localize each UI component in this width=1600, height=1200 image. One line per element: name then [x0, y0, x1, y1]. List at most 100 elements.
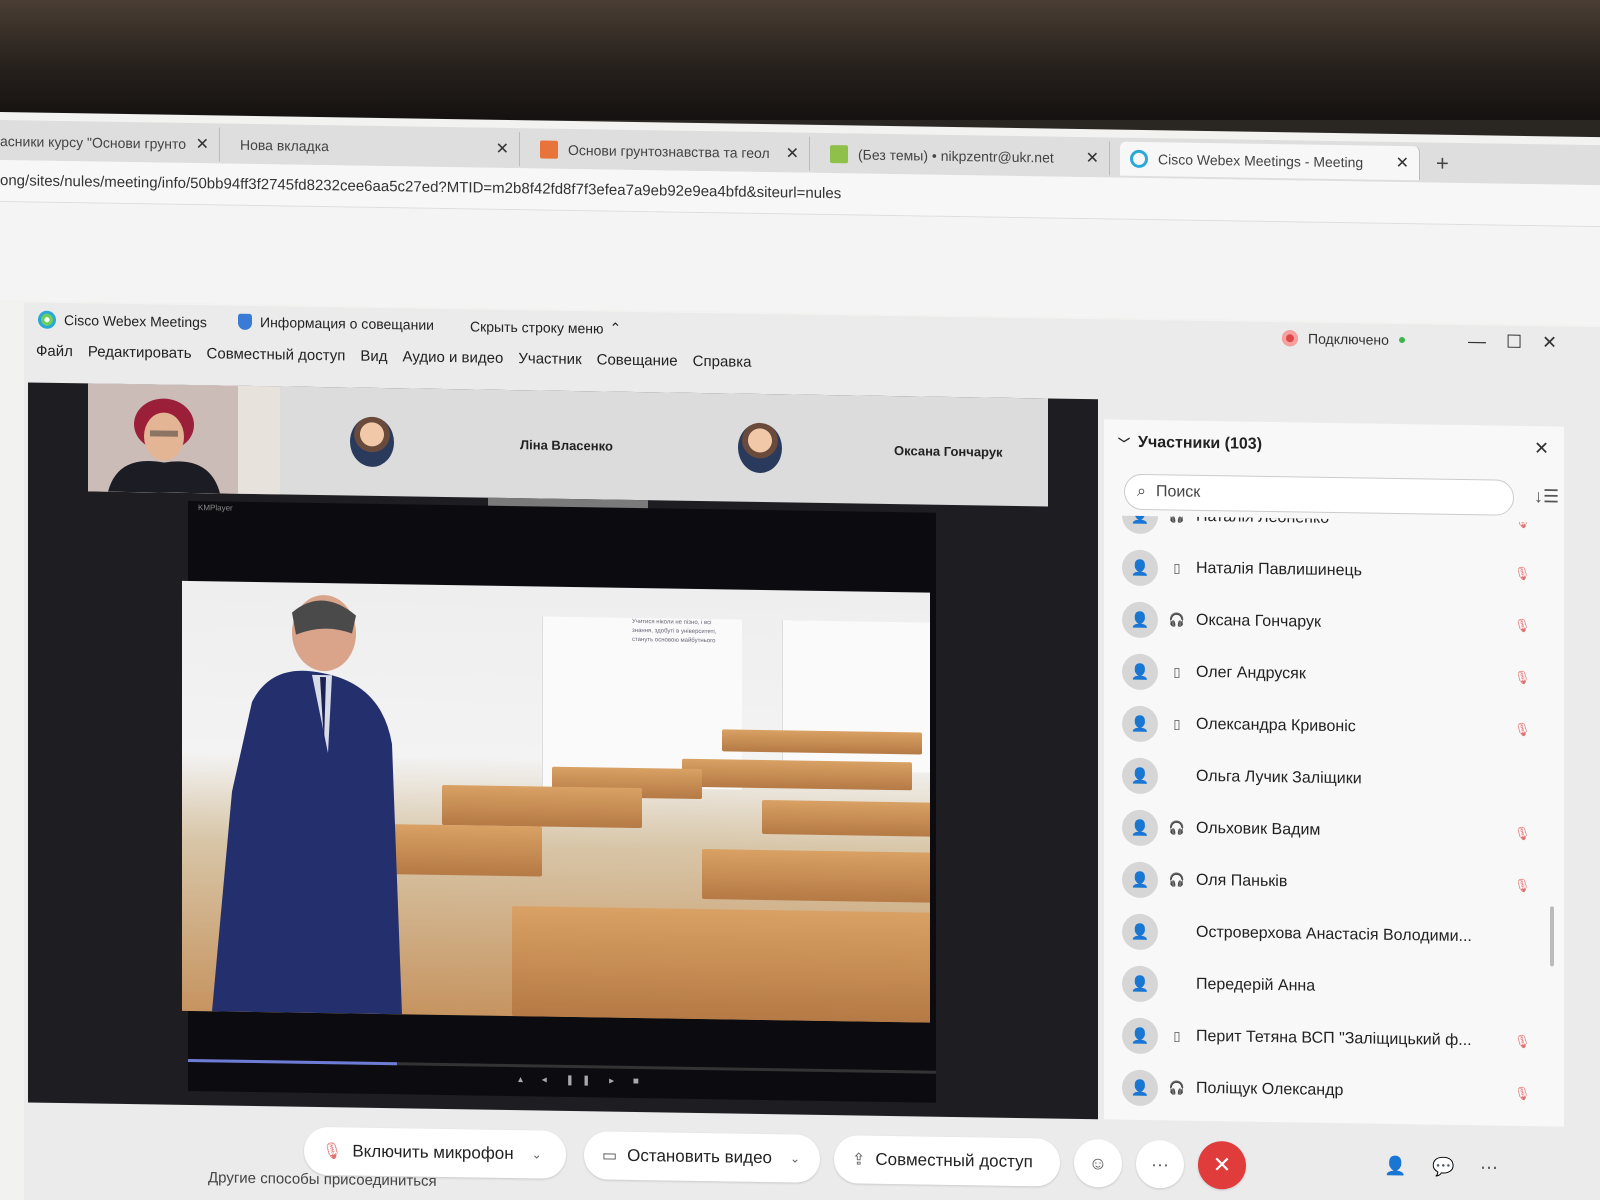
browser-tab-3[interactable]: Основи грунтознавства та геол ✕	[530, 132, 810, 171]
sort-icon[interactable]: ↓☰	[1534, 486, 1559, 507]
search-input[interactable]: ⌕ Поиск	[1124, 473, 1514, 516]
participants-header[interactable]: ﹀ Участники (103)	[1118, 434, 1262, 454]
tab-title: Cisco Webex Meetings - Meeting	[1158, 151, 1364, 171]
maximize-icon[interactable]: ☐	[1506, 332, 1522, 353]
meeting-info-button[interactable]: Информация о совещании	[238, 313, 434, 333]
participants-icon[interactable]: 👤	[1384, 1156, 1406, 1177]
screen: асники курсу "Основи грунто ✕ Нова вклад…	[0, 112, 1600, 1200]
close-icon[interactable]: ✕	[1396, 153, 1409, 173]
tab-title: Основи грунтознавства та геол	[568, 141, 770, 162]
app-title: Cisco Webex Meetings	[38, 310, 207, 332]
participant-row[interactable]: 👤 Ольга Лучик Заліщики	[1104, 749, 1544, 808]
menu-participant[interactable]: Участник	[518, 350, 581, 368]
mic-off-icon: 🎙	[322, 1143, 343, 1161]
url-text[interactable]: ong/sites/nules/meeting/info/50bb94ff3f2…	[0, 172, 841, 202]
avatar: 👤	[1122, 515, 1158, 535]
browser-tab-1[interactable]: асники курсу "Основи грунто ✕	[0, 123, 220, 162]
participant-thumbnail[interactable]: Оксана Гончарук	[894, 396, 1003, 506]
participant-row[interactable]: 👤 Островерхова Анастасія Володими...	[1104, 905, 1544, 964]
menu-audio-video[interactable]: Аудио и видео	[403, 348, 504, 367]
participant-row[interactable]: 👤 ▯ Перит Тетяна ВСП "Заліщицький ф... 🎙	[1104, 1009, 1544, 1068]
close-icon[interactable]: ✕	[1086, 148, 1099, 168]
participant-thumbnail[interactable]: Ліна Власенко	[520, 390, 613, 499]
user-icon: 👤	[1130, 975, 1150, 994]
close-icon[interactable]: ✕	[496, 139, 509, 159]
participant-row[interactable]: 👤 🎧 Поліщук Олександр 🎙	[1104, 1061, 1544, 1120]
search-placeholder: Поиск	[1155, 483, 1201, 501]
mic-muted-icon[interactable]: 🎙	[1514, 515, 1531, 530]
scrollbar[interactable]	[1550, 906, 1554, 967]
stop-video-button[interactable]: ▭ Остановить видео ⌄	[584, 1131, 820, 1183]
shared-media-player[interactable]: KMPlayer Учитися ніколи не пізно, і всі …	[182, 500, 936, 1103]
participant-name: Поліщук Олександр	[1196, 1079, 1344, 1100]
leave-meeting-button[interactable]: ✕	[1198, 1140, 1246, 1190]
mic-muted-icon[interactable]: 🎙	[1514, 1086, 1531, 1102]
hide-menu-button[interactable]: Скрыть строку меню ⌃	[470, 317, 621, 336]
close-icon[interactable]: ✕	[1542, 332, 1557, 353]
headset-icon: 🎧	[1168, 872, 1186, 888]
avatar: 👤	[1122, 757, 1158, 795]
reactions-button[interactable]: ☺	[1074, 1138, 1122, 1188]
menu-share[interactable]: Совместный доступ	[207, 345, 346, 364]
participant-row[interactable]: 👤 🎧 Оксана Гончарук 🎙	[1104, 593, 1544, 652]
avatar: 👤	[1122, 1017, 1158, 1055]
participant-row[interactable]: 👤 ▯ Олег Андрусяк 🎙	[1104, 645, 1544, 704]
app-name: Cisco Webex Meetings	[64, 312, 207, 331]
more-icon[interactable]: ⋯	[1480, 1157, 1498, 1178]
share-button[interactable]: ⇪ Совместный доступ	[834, 1135, 1060, 1187]
close-icon[interactable]: ✕	[1534, 438, 1549, 459]
participant-row[interactable]: 👤 ▯ Олександра Кривоніс 🎙	[1104, 697, 1544, 756]
record-icon	[1282, 330, 1298, 347]
playback-icons[interactable]: ▴ ◂ ❚❚ ▸ ■	[518, 1074, 647, 1087]
mic-muted-icon[interactable]: 🎙	[1514, 618, 1531, 634]
browser-tab-2[interactable]: Нова вкладка ✕	[230, 127, 520, 167]
menu-meeting[interactable]: Совещание	[597, 351, 678, 369]
chat-icon[interactable]: 💬	[1432, 1156, 1454, 1177]
mic-muted-icon[interactable]: 🎙	[1514, 722, 1531, 738]
desk	[702, 849, 930, 903]
wall-caption: Учитися ніколи не пізно, і всі знання, з…	[632, 618, 717, 645]
mic-muted-icon[interactable]: 🎙	[1514, 878, 1531, 894]
participant-row[interactable]: 👤 ▯ Наталія Павлишинець 🎙	[1104, 541, 1544, 600]
chevron-down-icon[interactable]: ⌄	[790, 1151, 800, 1165]
participant-name: Олег Андрусяк	[1196, 663, 1306, 683]
participant-row[interactable]: 👤 🎧 Оля Паньків 🎙	[1104, 853, 1544, 912]
menu-view[interactable]: Вид	[360, 348, 387, 365]
status-label: Подключено	[1308, 330, 1389, 348]
participant-name: Ольга Лучик Заліщики	[1196, 767, 1362, 788]
avatar: 👤	[1122, 705, 1158, 743]
mail-icon	[830, 145, 848, 164]
avatar: 👤	[1122, 965, 1158, 1003]
more-options-button[interactable]: ···	[1136, 1139, 1184, 1189]
headset-icon: 🎧	[1168, 820, 1186, 836]
menu-file[interactable]: Файл	[36, 343, 73, 361]
online-dot-icon	[1398, 336, 1405, 344]
menu-help[interactable]: Справка	[693, 353, 752, 371]
mic-muted-icon[interactable]: 🎙	[1514, 1034, 1531, 1050]
video-thumbnail-strip: Ліна Власенко Оксана Гончарук	[88, 383, 1048, 507]
close-icon: ✕	[1212, 1152, 1232, 1178]
mic-muted-icon[interactable]: 🎙	[1514, 670, 1531, 686]
player-progress[interactable]	[188, 1058, 936, 1074]
participant-avatar-thumb[interactable]	[350, 387, 394, 496]
mic-muted-icon[interactable]: 🎙	[1514, 566, 1531, 582]
chevron-down-icon[interactable]: ⌄	[532, 1147, 542, 1161]
close-icon[interactable]: ✕	[196, 134, 209, 154]
new-tab-button[interactable]: +	[1436, 151, 1449, 177]
browser-tab-4[interactable]: (Без темы) • nikpzentr@ukr.net ✕	[820, 136, 1110, 176]
user-icon: 👤	[1130, 871, 1150, 890]
minimize-icon[interactable]: —	[1468, 331, 1486, 352]
mic-muted-icon[interactable]: 🎙	[1514, 826, 1531, 842]
participant-row[interactable]: 👤 🎧 Ольховик Вадим 🎙	[1104, 801, 1544, 860]
other-join-options-link[interactable]: Другие способы присоединиться	[208, 1169, 437, 1190]
participant-avatar-thumb[interactable]	[738, 394, 782, 503]
participant-name: Оля Паньків	[1196, 871, 1288, 891]
self-camera-thumbnail[interactable]	[88, 383, 280, 495]
participant-row[interactable]: 👤 Передерій Анна	[1104, 957, 1544, 1016]
avatar	[350, 416, 394, 468]
menu-edit[interactable]: Редактировать	[88, 343, 192, 362]
close-icon[interactable]: ✕	[786, 143, 799, 163]
more-label: ···	[1151, 1153, 1169, 1174]
share-icon: ⇪	[852, 1151, 866, 1169]
browser-tab-5[interactable]: Cisco Webex Meetings - Meeting ✕	[1120, 141, 1420, 181]
